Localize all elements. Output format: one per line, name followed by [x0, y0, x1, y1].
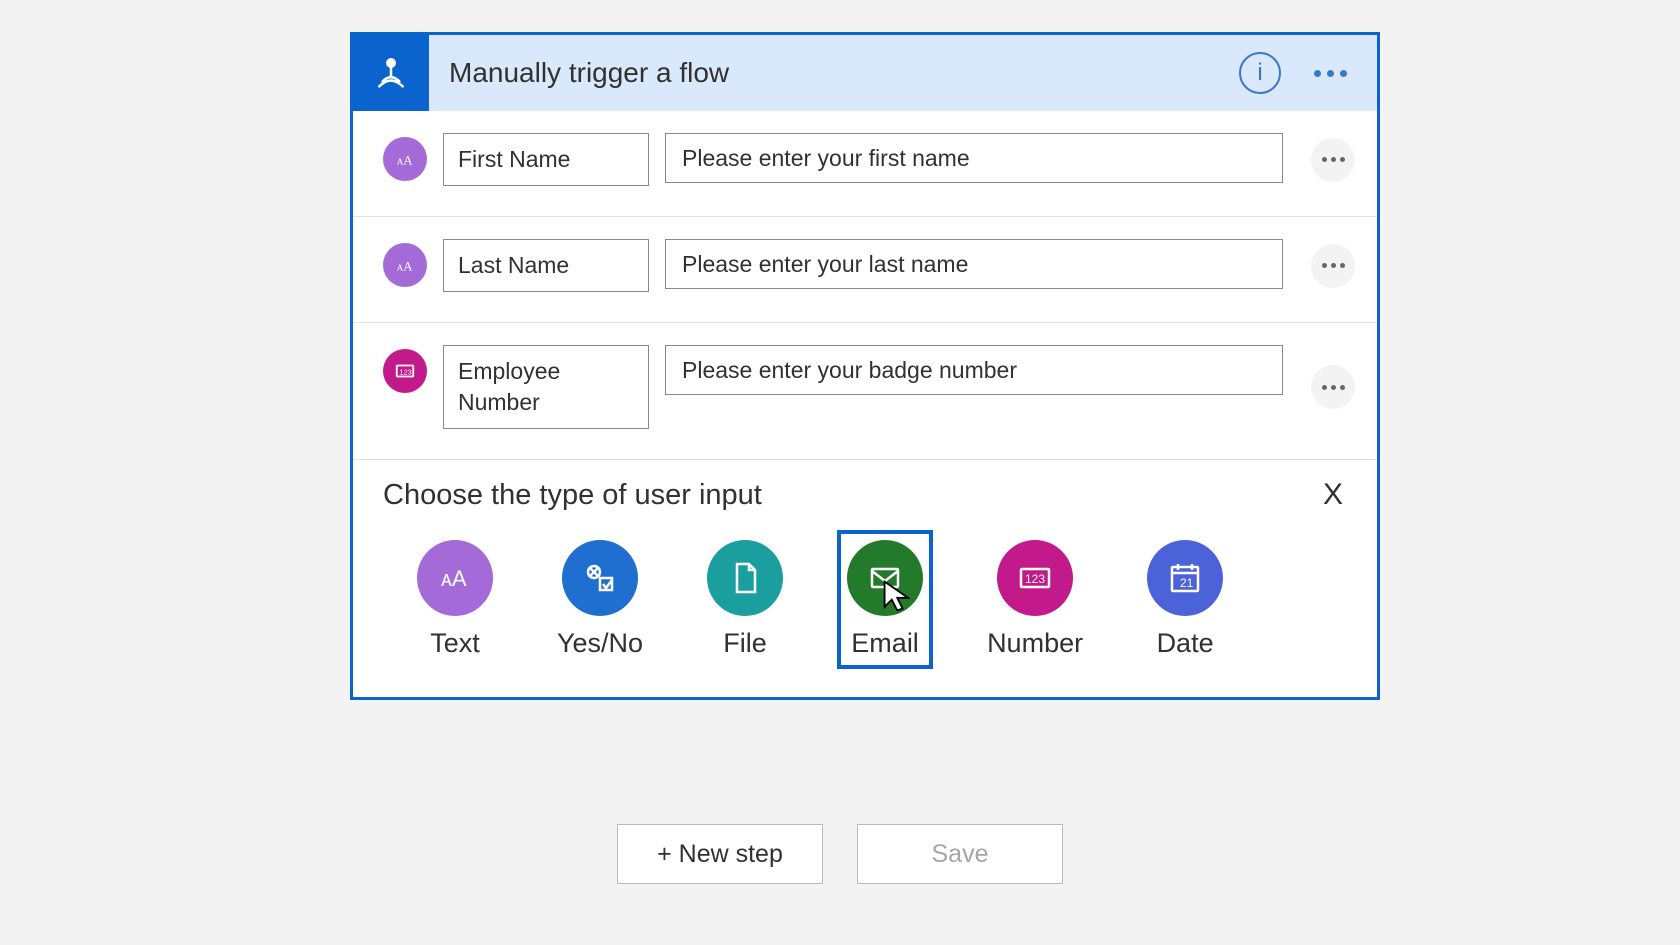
number-icon: 123 — [383, 349, 427, 393]
type-option-date[interactable]: 21 Date — [1137, 530, 1233, 669]
input-label[interactable]: Last Name — [443, 239, 649, 292]
svg-text:123: 123 — [1025, 572, 1045, 586]
card-header[interactable]: Manually trigger a flow i — [353, 35, 1377, 111]
card-more-button[interactable] — [1309, 57, 1351, 89]
input-more-button[interactable] — [1311, 365, 1355, 409]
save-button[interactable]: Save — [857, 824, 1063, 884]
text-icon: ᴀA — [383, 137, 427, 181]
number-icon: 123 — [997, 540, 1073, 616]
input-row-first-name: ᴀA First Name — [353, 111, 1377, 217]
date-icon: 21 — [1147, 540, 1223, 616]
svg-text:123: 123 — [400, 368, 412, 377]
yesno-icon — [562, 540, 638, 616]
choose-title: Choose the type of user input — [383, 479, 762, 512]
svg-text:21: 21 — [1180, 576, 1194, 590]
svg-text:ᴀA: ᴀA — [441, 566, 467, 591]
input-more-button[interactable] — [1311, 138, 1355, 182]
type-label: Text — [430, 628, 480, 659]
input-row-last-name: ᴀA Last Name — [353, 217, 1377, 323]
input-more-button[interactable] — [1311, 244, 1355, 288]
svg-text:ᴀA: ᴀA — [397, 260, 413, 274]
input-placeholder-field[interactable] — [665, 239, 1283, 289]
svg-text:ᴀA: ᴀA — [397, 154, 413, 168]
footer-buttons: + New step Save — [0, 824, 1680, 884]
text-icon: ᴀA — [383, 243, 427, 287]
inputs-container: ᴀA First Name ᴀA Last Name — [353, 111, 1377, 697]
trigger-card: Manually trigger a flow i ᴀA First Name — [350, 32, 1380, 700]
type-option-number[interactable]: 123 Number — [977, 530, 1093, 669]
type-label: Date — [1157, 628, 1214, 659]
type-option-file[interactable]: File — [697, 530, 793, 669]
type-option-email[interactable]: Email — [837, 530, 933, 669]
type-label: File — [723, 628, 767, 659]
info-icon[interactable]: i — [1239, 52, 1281, 94]
type-option-yesno[interactable]: Yes/No — [547, 530, 653, 669]
type-label: Number — [987, 628, 1083, 659]
input-placeholder-field[interactable] — [665, 133, 1283, 183]
type-label: Email — [851, 628, 919, 659]
type-label: Yes/No — [557, 628, 643, 659]
input-placeholder-field[interactable] — [665, 345, 1283, 395]
trigger-icon — [353, 35, 429, 111]
card-title: Manually trigger a flow — [429, 57, 1239, 89]
input-label[interactable]: First Name — [443, 133, 649, 186]
choose-input-type-section: Choose the type of user input X ᴀA Text — [353, 460, 1377, 697]
new-step-button[interactable]: + New step — [617, 824, 823, 884]
close-icon[interactable]: X — [1313, 478, 1353, 512]
file-icon — [707, 540, 783, 616]
input-label[interactable]: Employee Number — [443, 345, 649, 429]
input-row-employee-number: 123 Employee Number — [353, 323, 1377, 460]
type-option-text[interactable]: ᴀA Text — [407, 530, 503, 669]
text-icon: ᴀA — [417, 540, 493, 616]
email-icon — [847, 540, 923, 616]
